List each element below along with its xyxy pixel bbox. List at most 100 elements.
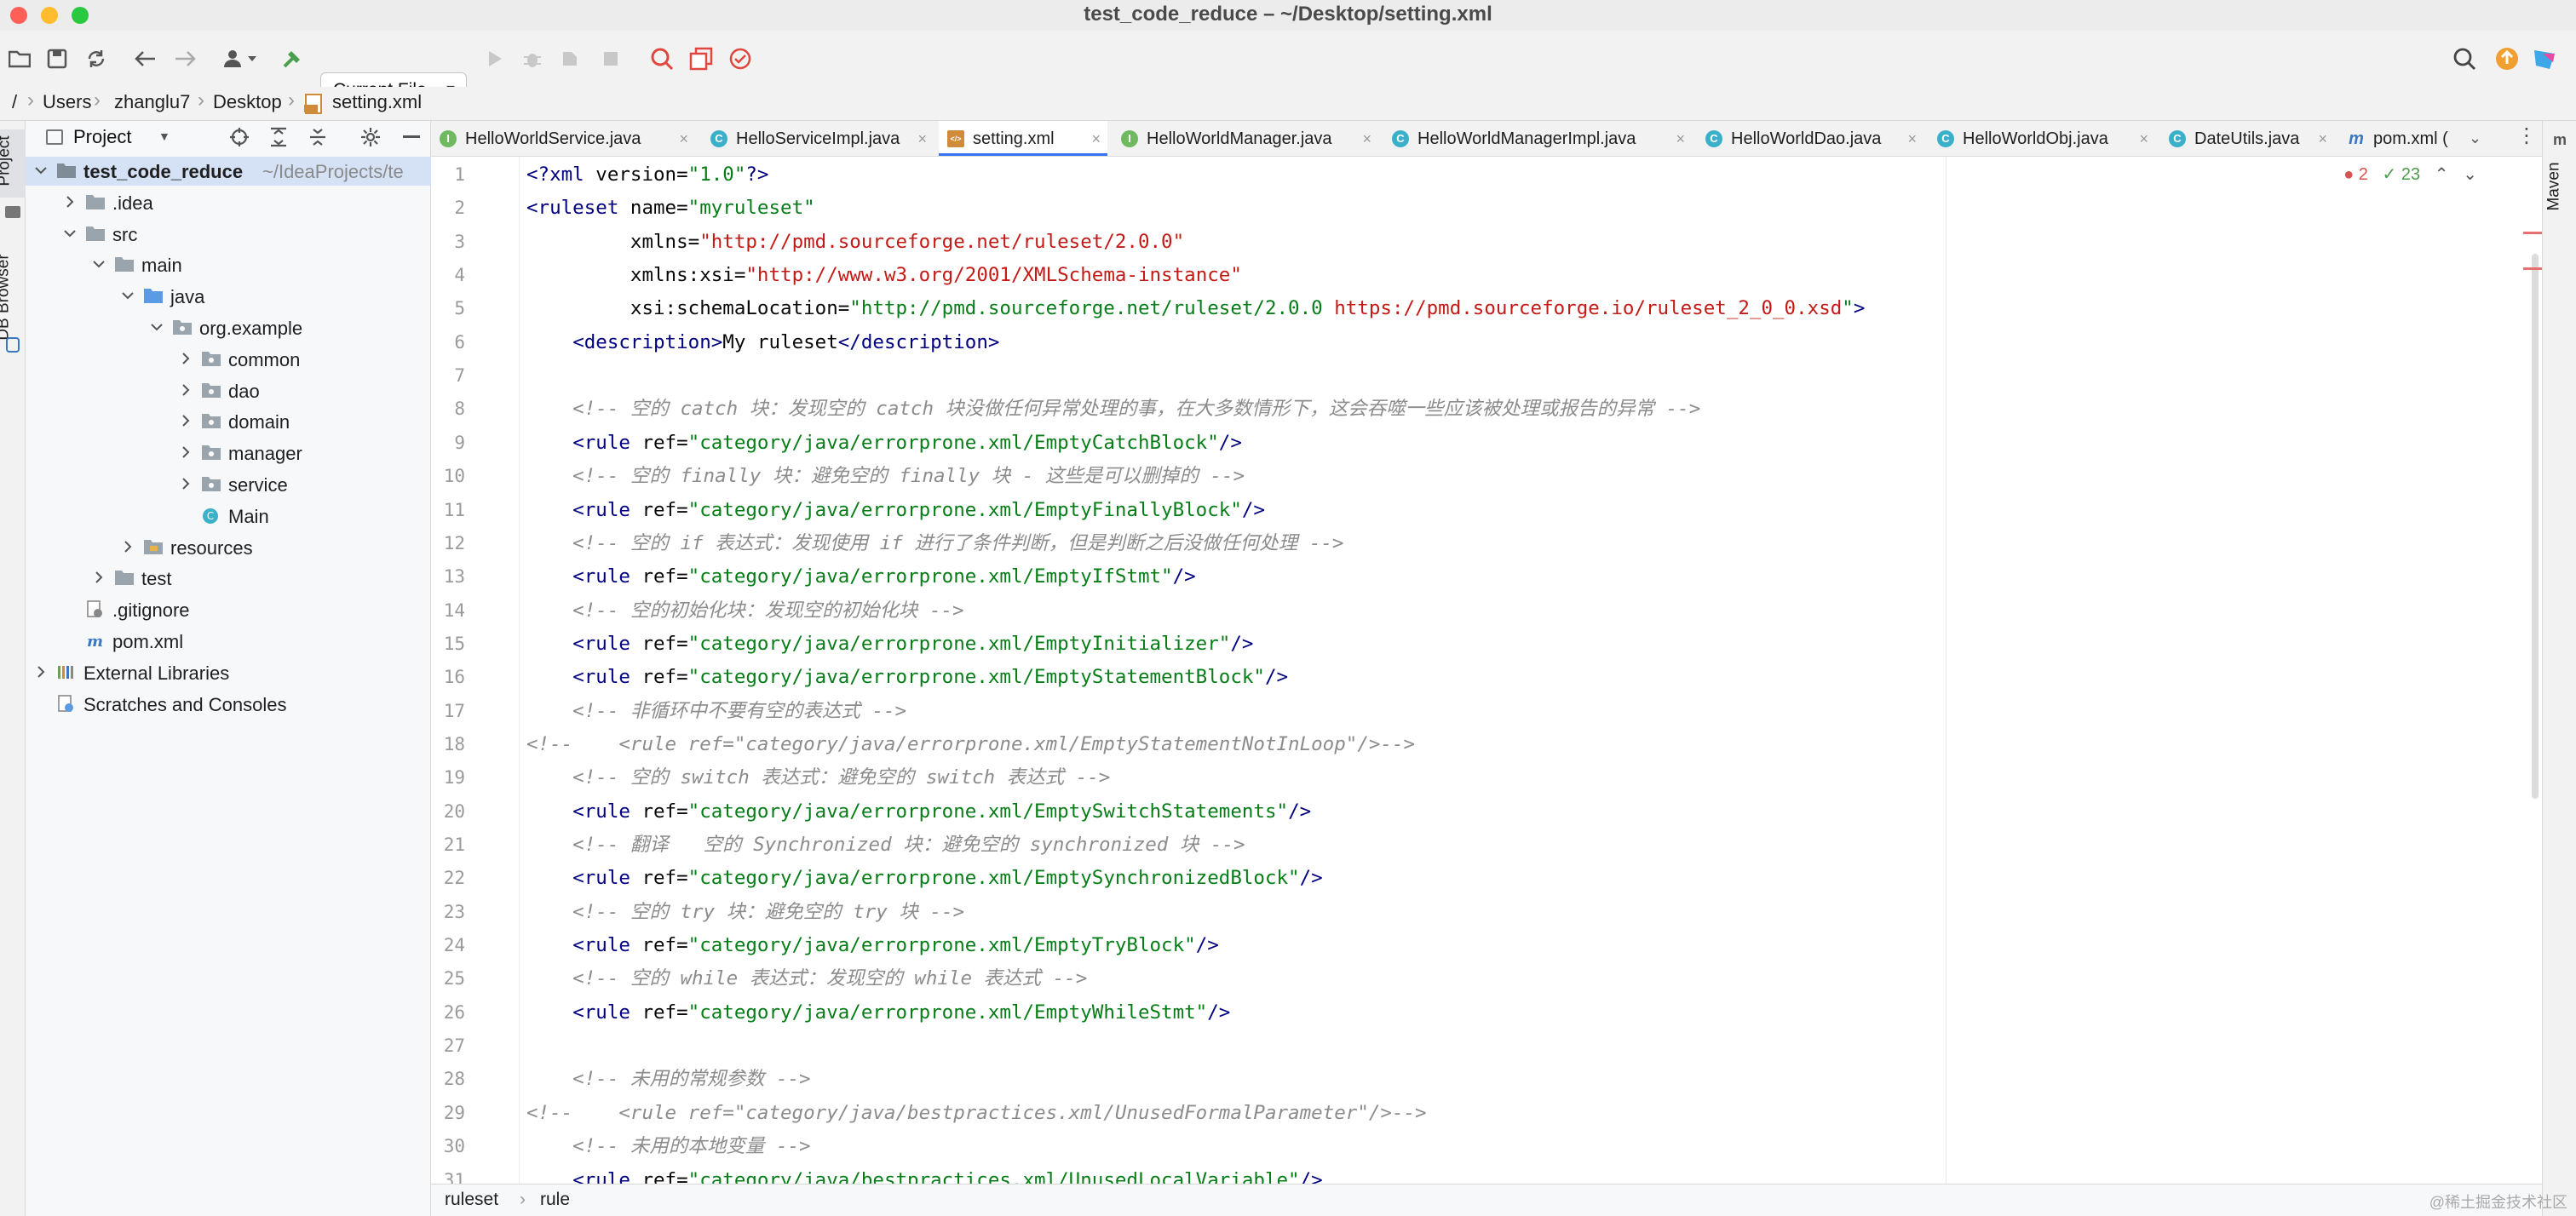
editor-tab[interactable]: C HelloWorldObj.java × (1929, 121, 2155, 156)
minimize-panel-icon[interactable] (399, 124, 424, 150)
close-tab-icon[interactable]: × (1676, 121, 1685, 156)
chevron-down-icon[interactable] (148, 318, 165, 336)
chevron-right-icon[interactable] (177, 444, 194, 461)
editor-tab[interactable]: m pom.xml ( (2339, 121, 2458, 156)
status-breadcrumb-ruleset[interactable]: ruleset (445, 1190, 498, 1210)
breadcrumb-file[interactable]: setting.xml (332, 91, 422, 113)
tree-item[interactable]: org.example (26, 313, 431, 342)
breadcrumb-user[interactable]: zhanglu7 (114, 91, 190, 113)
back-arrow-icon[interactable] (131, 44, 160, 73)
search-icon[interactable] (2450, 44, 2479, 73)
tree-item[interactable]: .idea (26, 188, 431, 217)
line-number: 20 (443, 800, 465, 822)
run-icon[interactable] (480, 44, 509, 73)
chevron-down-icon[interactable] (90, 255, 107, 272)
tree-item[interactable]: test (26, 564, 431, 593)
chevron-right-icon[interactable] (61, 193, 78, 210)
tree-item[interactable]: test_code_reduce ~/IdeaProjects/te (26, 157, 431, 186)
tree-item[interactable]: m pom.xml (26, 627, 431, 656)
code-line: 17 <!-- 非循环中不要有空的表达式 --> (431, 695, 2390, 728)
maven-tool-tab[interactable]: Maven (2545, 155, 2573, 223)
breadcrumb-desktop[interactable]: Desktop (213, 91, 282, 113)
close-tab-icon[interactable]: × (2139, 121, 2148, 156)
vcs-user-icon[interactable] (220, 44, 262, 73)
editor-tab[interactable]: C HelloWorldManagerImpl.java × (1383, 121, 1692, 156)
stop-icon[interactable] (596, 44, 625, 73)
open-folder-icon[interactable] (5, 44, 34, 73)
build-hammer-icon[interactable] (278, 44, 307, 73)
chevron-right-icon[interactable] (177, 412, 194, 429)
search-everywhere-red-icon[interactable] (647, 44, 676, 73)
update-icon[interactable] (2493, 44, 2521, 73)
tree-item[interactable]: service (26, 470, 431, 499)
project-tool-tab[interactable]: Project (0, 129, 26, 198)
chevron-down-icon[interactable] (32, 162, 49, 179)
gear-icon[interactable] (358, 124, 383, 150)
tree-item[interactable]: common (26, 345, 431, 374)
chevron-down-icon[interactable]: ▼ (158, 129, 170, 143)
locate-icon[interactable] (227, 124, 252, 150)
error-stripe-mark[interactable] (2523, 267, 2542, 270)
tree-item[interactable]: src (26, 220, 431, 249)
forward-arrow-icon[interactable] (170, 44, 199, 73)
code-editor[interactable]: 1 <?xml version="1.0"?> 2 <ruleset name="my… (431, 157, 2542, 1184)
tree-item[interactable]: resources (26, 533, 431, 562)
inspection-widget[interactable]: ● 2 ✓ 23 ⌃ ⌄ (2343, 163, 2477, 185)
chevron-right-icon[interactable] (177, 381, 194, 399)
tree-item[interactable]: External Libraries (26, 658, 431, 687)
vertical-scrollbar[interactable] (2528, 203, 2542, 901)
chevron-right-icon[interactable] (90, 569, 107, 586)
close-tab-icon[interactable]: × (679, 121, 688, 156)
line-number: 6 (454, 331, 465, 353)
editor-tab-label: setting.xml (973, 129, 1055, 148)
chevron-down-icon[interactable] (119, 287, 136, 304)
chevron-right-icon[interactable] (177, 350, 194, 367)
close-tab-icon[interactable]: × (1907, 121, 1917, 156)
breadcrumb-users[interactable]: Users (43, 91, 91, 113)
copy-red-icon[interactable] (687, 44, 716, 73)
save-all-icon[interactable] (43, 44, 72, 73)
chevron-down-icon[interactable] (61, 225, 78, 242)
close-tab-icon[interactable]: × (1091, 121, 1101, 156)
tree-item[interactable]: main (26, 250, 431, 279)
tree-item-label: test (141, 568, 172, 590)
sync-icon[interactable] (82, 44, 111, 73)
close-tab-icon[interactable]: × (917, 121, 927, 156)
project-panel-title[interactable]: Project (73, 126, 131, 148)
chevron-up-icon[interactable]: ⌃ (2435, 165, 2449, 184)
editor-tab[interactable]: I HelloWorldManager.java × (1113, 121, 1378, 156)
package-icon (201, 350, 221, 367)
chevron-right-icon[interactable] (177, 475, 194, 492)
expand-all-icon[interactable] (266, 124, 291, 150)
tree-item[interactable]: C Main (26, 502, 431, 531)
scrollbar-thumb[interactable] (2532, 254, 2539, 799)
error-stripe-mark[interactable] (2523, 232, 2542, 234)
tree-item[interactable]: dao (26, 376, 431, 405)
tree-item[interactable]: .gitignore (26, 595, 431, 624)
tree-item[interactable]: Scratches and Consoles (26, 690, 431, 719)
title-bar: test_code_reduce – ~/Desktop/setting.xml (0, 0, 2576, 31)
chevron-right-icon[interactable] (32, 663, 49, 680)
ide-logo-icon[interactable] (2530, 44, 2559, 73)
chevron-right-icon[interactable] (119, 538, 136, 555)
breadcrumb-root[interactable]: / (12, 91, 17, 113)
editor-tab[interactable]: I HelloWorldService.java × (431, 121, 695, 156)
editor-tab[interactable]: </> setting.xml × (939, 121, 1107, 156)
tree-item[interactable]: manager (26, 439, 431, 467)
close-tab-icon[interactable]: × (2318, 121, 2327, 156)
tree-item[interactable]: java (26, 282, 431, 311)
check-circle-red-icon[interactable] (726, 44, 755, 73)
chevron-down-icon[interactable]: ⌄ (2463, 165, 2477, 184)
coverage-icon[interactable] (555, 44, 584, 73)
tabs-overflow-chevron-icon[interactable]: ⌄ (2469, 129, 2481, 147)
editor-tab[interactable]: C HelloServiceImpl.java × (702, 121, 934, 156)
collapse-all-icon[interactable] (305, 124, 331, 150)
tree-item[interactable]: domain (26, 407, 431, 436)
editor-tab[interactable]: C DateUtils.java × (2160, 121, 2334, 156)
debug-icon[interactable] (518, 44, 547, 73)
close-tab-icon[interactable]: × (1362, 121, 1371, 156)
status-breadcrumb-rule[interactable]: rule (540, 1190, 570, 1210)
more-options-icon[interactable]: ⋮ (2516, 126, 2537, 146)
code-text: <!-- 未用的本地变量 --> (526, 1135, 811, 1158)
editor-tab[interactable]: C HelloWorldDao.java × (1697, 121, 1923, 156)
